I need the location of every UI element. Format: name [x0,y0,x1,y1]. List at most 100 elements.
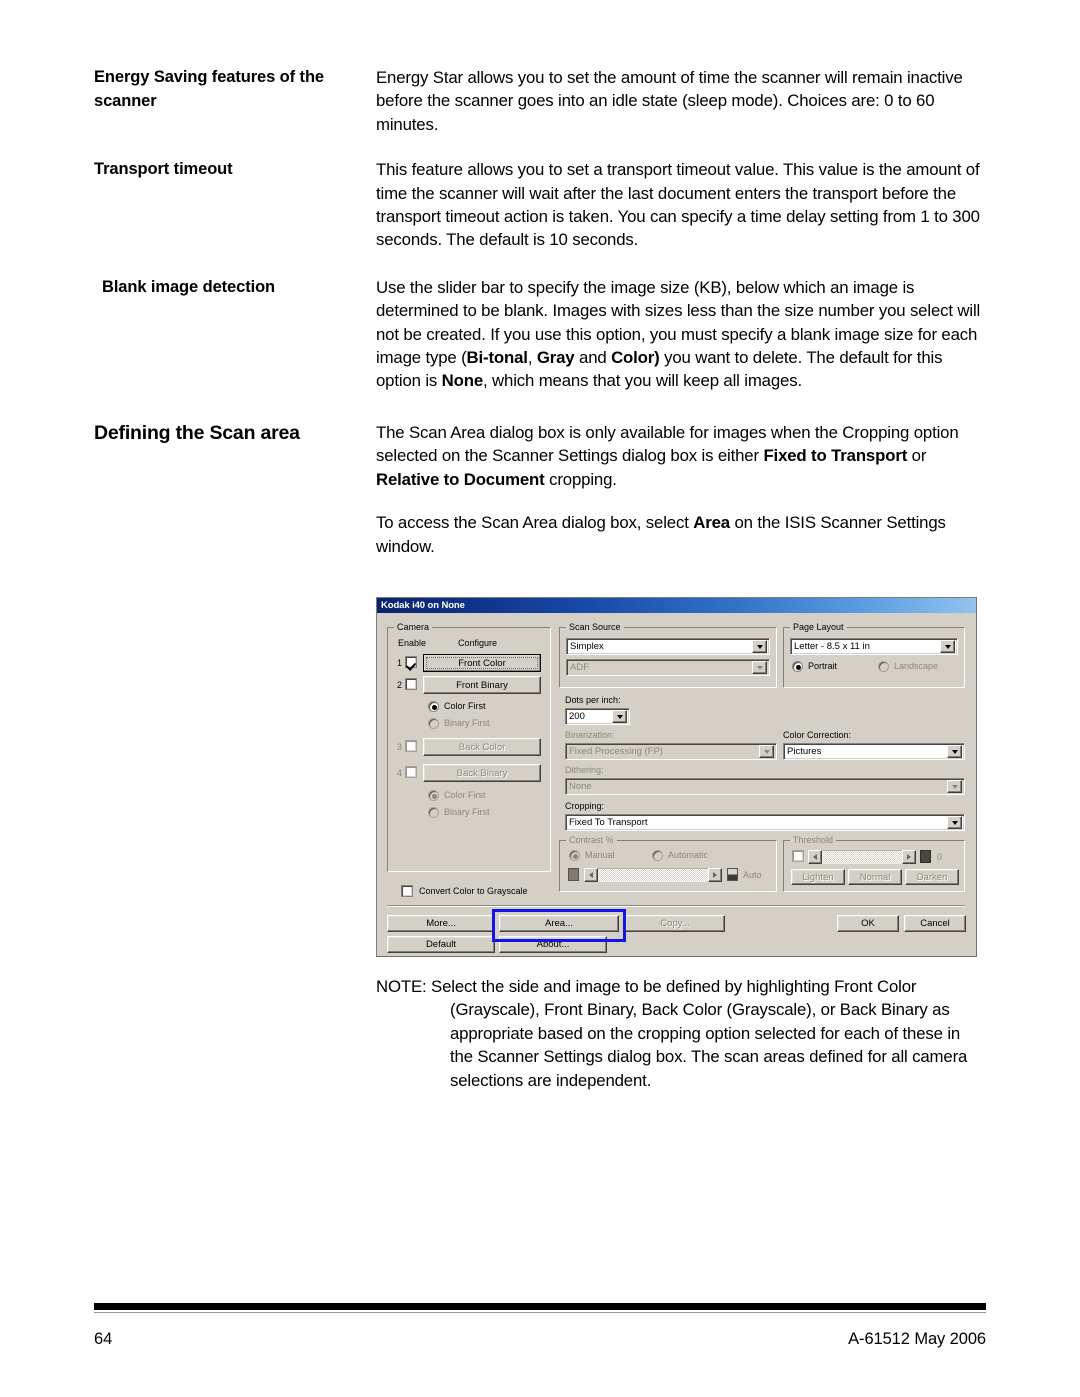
chevron-down-icon[interactable] [612,710,627,723]
cropping-value: Fixed To Transport [569,817,648,828]
text-run: , [527,348,537,368]
camera-row-2-enable-checkbox[interactable] [405,678,417,690]
camera-configure-header: Configure [458,638,498,648]
bold-term-relative-to-document: Relative to Document [376,469,545,489]
portrait-radio[interactable] [792,661,803,672]
back-binary-first-radio[interactable] [428,807,439,818]
section-energy-saving: Energy Saving features of the scanner En… [94,66,986,136]
chevron-down-icon[interactable] [940,640,955,653]
more-button[interactable]: More... [387,915,495,932]
threshold-slider[interactable] [808,850,916,864]
cropping-combo[interactable]: Fixed To Transport [565,814,965,831]
section-defining-scan-area: Defining the Scan area The Scan Area dia… [94,421,986,558]
copy-button: Copy... [625,915,725,932]
normal-button: Normal [848,869,902,885]
dialog-body: Camera Enable Configure 1 Front Color 2 … [377,613,976,956]
contrast-auto-swatch [727,868,738,881]
back-color-first-radio[interactable] [428,790,439,801]
page-content: Energy Saving features of the scanner En… [94,66,986,558]
camera-row-1-configure-button[interactable]: Front Color [423,654,541,672]
slider-track[interactable] [822,850,902,864]
contrast-automatic-label: Automatic [668,850,709,860]
note-body: Select the side and image to be defined … [431,977,968,1090]
dithering-combo: None [565,778,965,795]
front-color-first-label: Color First [444,701,486,711]
camera-row-4-enable-checkbox[interactable] [405,766,417,778]
color-correction-combo[interactable]: Pictures [783,743,965,760]
default-button[interactable]: Default [387,936,495,953]
chevron-down-icon[interactable] [752,640,767,653]
dots-per-inch-combo[interactable]: 200 [565,708,630,725]
camera-row-3-enable-checkbox[interactable] [405,740,417,752]
contrast-manual-radio[interactable] [569,850,580,861]
binarization-value: Fixed Processing (FP) [569,746,663,757]
bold-term-color: Color) [611,348,660,368]
chevron-down-icon[interactable] [947,745,962,758]
contrast-slider[interactable] [584,868,722,882]
front-binary-first-radio[interactable] [428,718,439,729]
threshold-level-indicator [920,850,931,863]
camera-row-3-index: 3 [397,742,403,752]
binarization-combo: Fixed Processing (FP) [565,743,777,760]
text-run: , which means that you will keep all ima… [483,371,802,391]
scan-source-feeder-value: ADF [570,662,589,673]
chevron-down-icon [947,780,962,793]
bold-term-fixed-to-transport: Fixed to Transport [763,446,908,466]
cancel-button[interactable]: Cancel [904,915,966,932]
camera-row-1-index: 1 [397,658,403,668]
chevron-down-icon[interactable] [947,816,962,829]
camera-row-1-enable-checkbox[interactable] [405,656,417,668]
paragraph: Energy Star allows you to set the amount… [376,68,963,134]
bold-term-area: Area [693,513,730,533]
area-button[interactable]: Area... [499,915,619,932]
ok-button[interactable]: OK [837,915,899,932]
section-blank-image-detection: Blank image detection Use the slider bar… [94,276,986,393]
page-size-combo[interactable]: Letter - 8.5 x 11 in [790,638,958,655]
convert-color-to-grayscale-checkbox[interactable] [401,885,413,897]
text-run: cropping. [544,469,617,489]
paragraph: The Scan Area dialog box is only availab… [376,421,986,491]
slider-right-arrow-icon[interactable] [902,850,916,864]
note-block: NOTE: Select the side and image to be de… [376,975,986,1092]
contrast-group-label: Contrast % [566,835,617,845]
threshold-group: Threshold 0 Lighten Normal Darken [783,835,965,892]
note-text: NOTE: Select the side and image to be de… [376,975,986,1092]
threshold-enable-checkbox[interactable] [792,850,804,862]
note-prefix: NOTE: [376,977,427,996]
slider-left-arrow-icon[interactable] [808,850,822,864]
darken-button: Darken [905,869,959,885]
threshold-value: 0 [937,852,943,862]
contrast-manual-label: Manual [585,850,615,860]
footer-rule [94,1303,986,1313]
section-description: Energy Star allows you to set the amount… [376,66,986,136]
front-color-first-radio[interactable] [428,701,439,712]
scanner-settings-dialog-screenshot: Kodak i40 on None Camera Enable Configur… [376,597,977,957]
slider-track[interactable] [598,868,708,882]
convert-color-to-grayscale-label: Convert Color to Grayscale [419,886,528,896]
back-color-first-label: Color First [444,790,486,800]
landscape-radio[interactable] [878,661,889,672]
scan-source-mode-combo[interactable]: Simplex [566,638,770,655]
slider-right-arrow-icon[interactable] [708,868,722,882]
contrast-auto-label: Auto [743,870,762,880]
lighten-button: Lighten [791,869,845,885]
bold-term-none: None [441,371,484,391]
camera-row-4-index: 4 [397,768,403,778]
dots-per-inch-value: 200 [569,711,585,722]
dithering-label: Dithering: [565,765,604,775]
section-transport-timeout: Transport timeout This feature allows yo… [94,158,986,252]
contrast-automatic-radio[interactable] [652,850,663,861]
camera-row-2-configure-button[interactable]: Front Binary [423,676,541,694]
text-run: and [574,348,612,368]
about-button[interactable]: About... [499,936,607,953]
page-layout-group-label: Page Layout [790,622,847,632]
page-footer: 64 A-61512 May 2006 [94,1330,986,1349]
section-term: Defining the Scan area [94,421,300,444]
binarization-label: Binarization: [565,730,615,740]
scan-source-feeder-combo: ADF [566,659,770,676]
document-page: Energy Saving features of the scanner En… [0,0,1080,1397]
slider-left-arrow-icon[interactable] [584,868,598,882]
section-description: Use the slider bar to specify the image … [376,276,986,393]
